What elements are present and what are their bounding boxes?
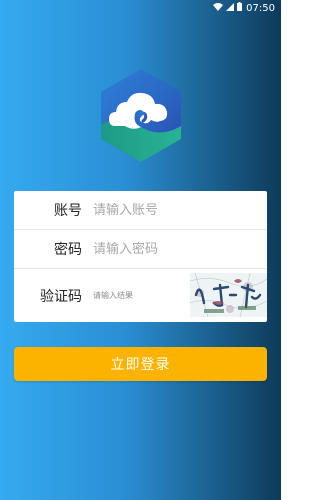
cloud-hexagon-logo-icon xyxy=(101,69,181,162)
battery-icon xyxy=(237,2,243,14)
wifi-icon xyxy=(213,2,224,14)
login-form: 账号 密码 验证码 xyxy=(14,191,267,322)
login-button[interactable]: 立即登录 xyxy=(14,347,267,381)
account-input[interactable] xyxy=(93,202,243,218)
login-screen: 07:50 账号 请输入账号 密码 验证码 请输入结果 立即登录 xyxy=(0,0,281,500)
password-label: 密码 xyxy=(54,242,82,258)
captcha-input[interactable] xyxy=(93,291,183,300)
captcha-image[interactable] xyxy=(190,273,267,317)
password-input[interactable] xyxy=(93,241,243,257)
app-logo xyxy=(95,66,187,166)
signal-icon xyxy=(226,2,235,14)
account-label: 账号 xyxy=(54,203,82,219)
status-bar: 07:50 xyxy=(0,0,281,16)
captcha-label: 验证码 xyxy=(40,288,82,305)
account-row: 账号 xyxy=(14,191,267,229)
password-row: 密码 xyxy=(14,230,267,268)
status-time: 07:50 xyxy=(246,2,275,14)
